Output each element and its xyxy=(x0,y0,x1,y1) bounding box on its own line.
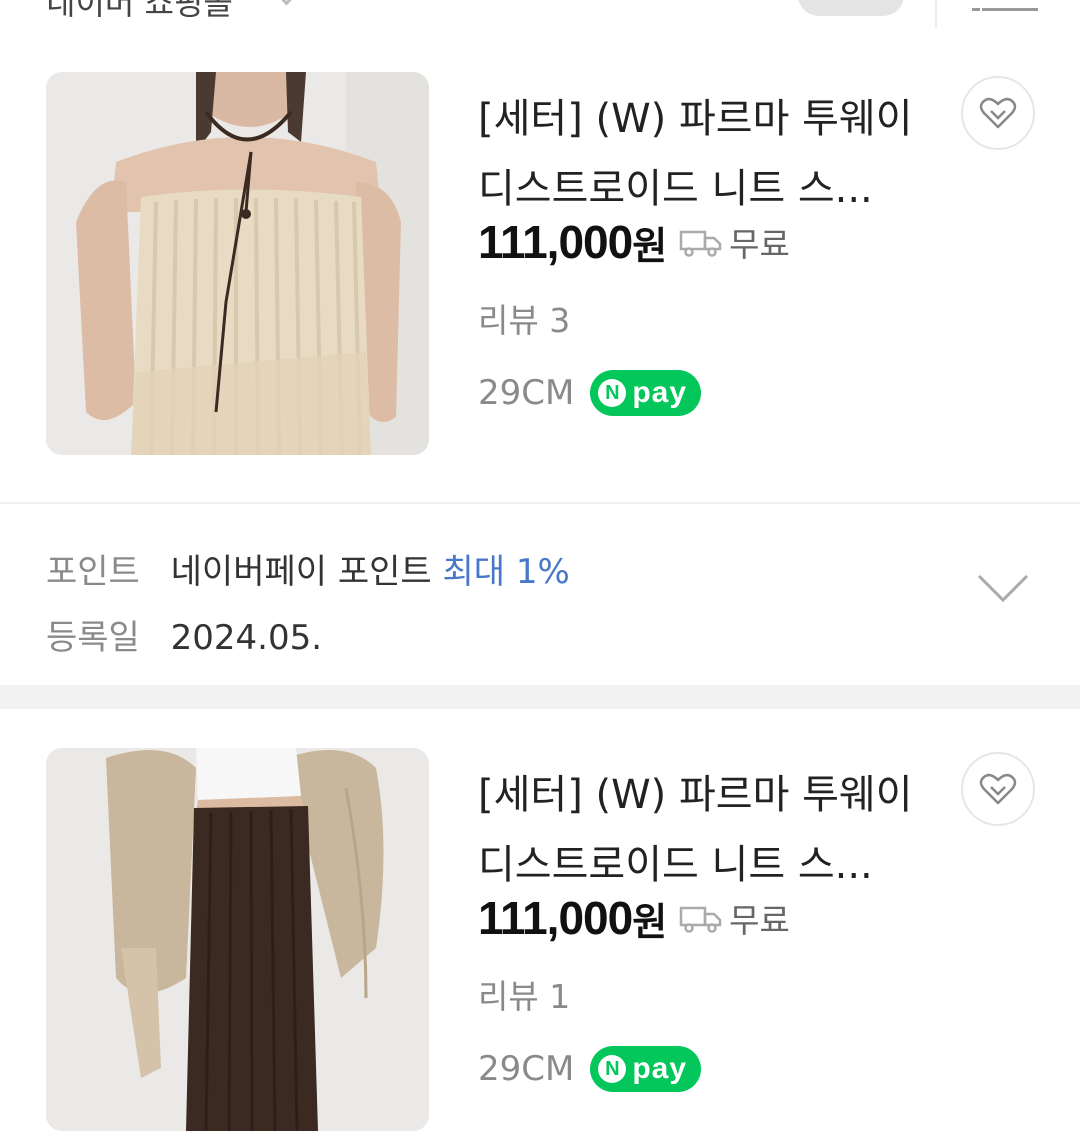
chevron-down-icon[interactable] xyxy=(271,0,302,6)
price-row: 111,000 원 무료 xyxy=(478,212,790,272)
product-title[interactable]: [세터] (W) 파르마 투웨이 디스트로이드 니트 스... xyxy=(478,760,928,900)
product-title-line: [세터] (W) 파르마 투웨이 xyxy=(478,96,913,142)
product-card[interactable]: [세터] (W) 파르마 투웨이 디스트로이드 니트 스... 111,000 … xyxy=(0,72,1080,462)
menu-icon[interactable] xyxy=(972,0,1038,16)
store-row: 29CM N pay xyxy=(478,1044,702,1094)
store-name[interactable]: 29CM xyxy=(478,1049,574,1089)
date-value: 2024.05. xyxy=(170,618,323,658)
date-row: 등록일 2024.05. xyxy=(46,610,322,659)
date-label: 등록일 xyxy=(46,618,140,658)
point-highlight: 최대 1% xyxy=(442,552,570,592)
npay-label: pay xyxy=(632,376,688,409)
npay-n-icon: N xyxy=(598,1055,627,1083)
product-image[interactable] xyxy=(46,72,429,455)
section-separator xyxy=(0,685,1080,709)
shipping-fee: 무료 xyxy=(729,901,790,940)
chevron-down-icon[interactable] xyxy=(976,572,1030,604)
seller-filter[interactable]: 네이버 쇼핑몰 xyxy=(46,0,233,24)
price-row: 111,000 원 무료 xyxy=(478,888,790,948)
point-row: 포인트 네이버페이 포인트 최대 1% xyxy=(46,544,570,593)
product-price: 111,000 xyxy=(478,216,633,268)
npay-badge: N pay xyxy=(590,1046,702,1092)
product-title[interactable]: [세터] (W) 파르마 투웨이 디스트로이드 니트 스... xyxy=(478,84,928,224)
wishlist-button[interactable] xyxy=(961,76,1035,150)
product-title-line: [세터] (W) 파르마 투웨이 xyxy=(478,772,913,818)
currency-unit: 원 xyxy=(632,899,668,944)
npay-badge: N pay xyxy=(590,370,702,416)
heart-outline-icon xyxy=(979,773,1017,805)
currency-unit: 원 xyxy=(632,223,668,268)
store-name[interactable]: 29CM xyxy=(478,373,574,413)
point-label: 포인트 xyxy=(46,552,140,592)
npay-label: pay xyxy=(632,1052,688,1085)
top-filter-bar: 네이버 쇼핑몰 xyxy=(0,0,1080,30)
truck-icon xyxy=(679,906,722,933)
product-card[interactable]: [세터] (W) 파르마 투웨이 디스트로이드 니트 스... 111,000 … xyxy=(0,748,1080,1131)
point-text: 네이버페이 포인트 xyxy=(170,552,432,592)
divider xyxy=(935,0,937,28)
heart-outline-icon xyxy=(979,97,1017,129)
npay-n-icon: N xyxy=(598,379,627,407)
store-row: 29CM N pay xyxy=(478,368,702,418)
review-count[interactable]: 리뷰 3 xyxy=(478,294,570,342)
npay-filter-badge[interactable] xyxy=(798,0,904,16)
shipping-fee: 무료 xyxy=(729,225,790,264)
product-image[interactable] xyxy=(46,748,429,1131)
product-price: 111,000 xyxy=(478,892,633,944)
review-count[interactable]: 리뷰 1 xyxy=(478,970,570,1018)
wishlist-button[interactable] xyxy=(961,752,1035,826)
divider xyxy=(0,502,1080,504)
truck-icon xyxy=(679,230,722,257)
